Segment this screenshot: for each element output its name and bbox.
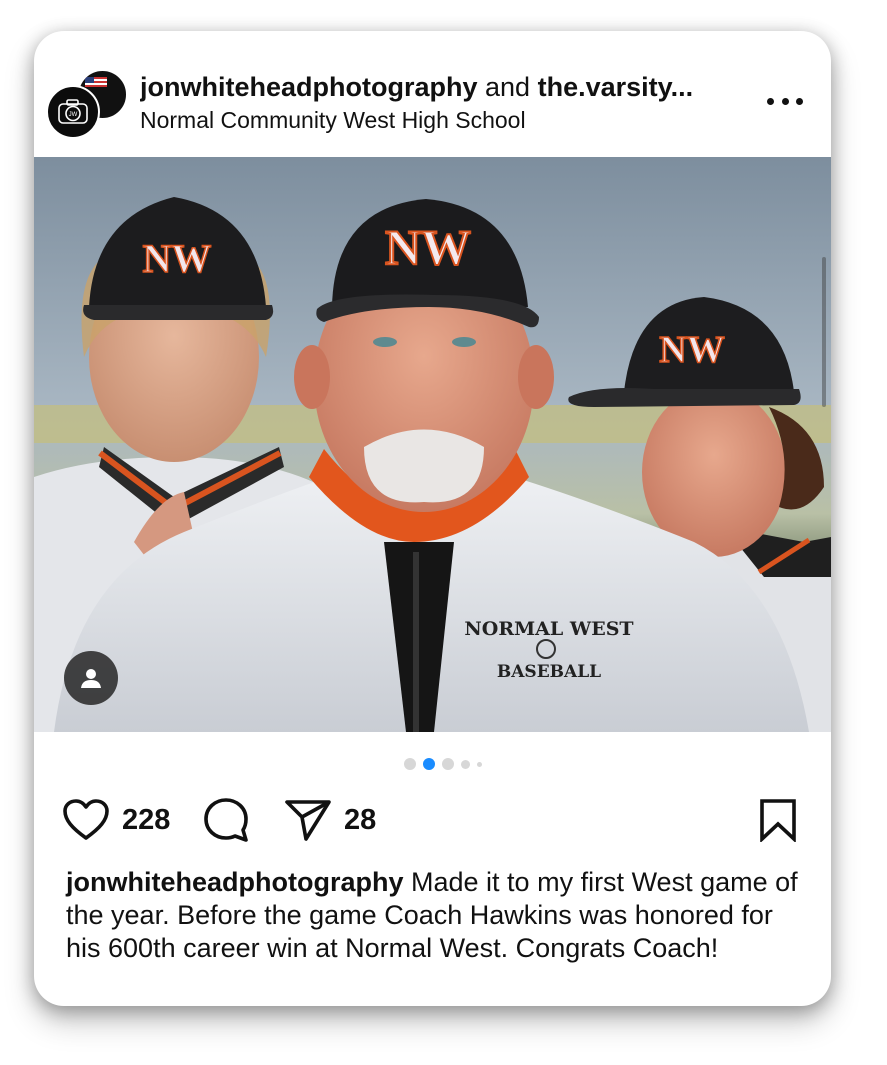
carousel-dot: [477, 761, 482, 767]
jacket-text-line1: NORMAL WEST: [464, 618, 633, 640]
share-button[interactable]: 28: [284, 795, 376, 845]
author-avatar[interactable]: JW: [46, 85, 100, 139]
coach-cap-logo: NW: [385, 219, 471, 275]
person-icon: [81, 669, 101, 688]
instagram-post-card: JW jonwhiteheadphotography and the.varsi…: [34, 31, 831, 1006]
share-icon: [285, 800, 331, 841]
save-button[interactable]: [758, 795, 798, 845]
post-authors: jonwhiteheadphotography and the.varsity.…: [140, 70, 750, 104]
left-cap-logo: NW: [143, 236, 212, 281]
photo-image: NW NW NW NORMAL WEST BASEBALL: [34, 157, 831, 732]
flag-logo-icon: [85, 77, 107, 87]
right-cap-logo: NW: [659, 329, 724, 371]
heart-icon: [63, 799, 109, 840]
post-location[interactable]: Normal Community West High School: [140, 105, 526, 135]
caption-author[interactable]: jonwhiteheadphotography: [66, 867, 404, 897]
like-button[interactable]: 228: [62, 795, 170, 845]
post-photo[interactable]: NW NW NW NORMAL WEST BASEBALL: [34, 157, 831, 732]
carousel-dot: [404, 758, 416, 770]
comment-button[interactable]: [202, 795, 250, 845]
like-count[interactable]: 228: [122, 804, 170, 837]
user-tag-button[interactable]: [64, 651, 118, 705]
more-options-icon: [767, 97, 774, 105]
share-count[interactable]: 28: [344, 804, 376, 837]
carousel-dot: [442, 758, 454, 770]
jacket-text-line2: BASEBALL: [497, 662, 601, 682]
more-options-button[interactable]: [767, 91, 803, 111]
carousel-dot: [461, 759, 470, 769]
author-joiner: and: [485, 72, 531, 102]
photo-scrollbar[interactable]: [822, 257, 826, 407]
svg-text:JW: JW: [69, 112, 78, 118]
action-bar: 228 28: [34, 795, 831, 845]
comment-icon: [204, 798, 248, 842]
carousel-indicator: [404, 757, 482, 771]
author-username[interactable]: jonwhiteheadphotography: [140, 72, 478, 102]
post-caption: jonwhiteheadphotography Made it to my fi…: [66, 866, 806, 965]
carousel-dot-active: [423, 758, 435, 770]
coauthor-username[interactable]: the.varsity...: [538, 72, 694, 102]
bookmark-icon: [760, 799, 796, 842]
author-avatars[interactable]: JW: [46, 69, 128, 139]
camera-logo-icon: JW: [58, 99, 88, 124]
